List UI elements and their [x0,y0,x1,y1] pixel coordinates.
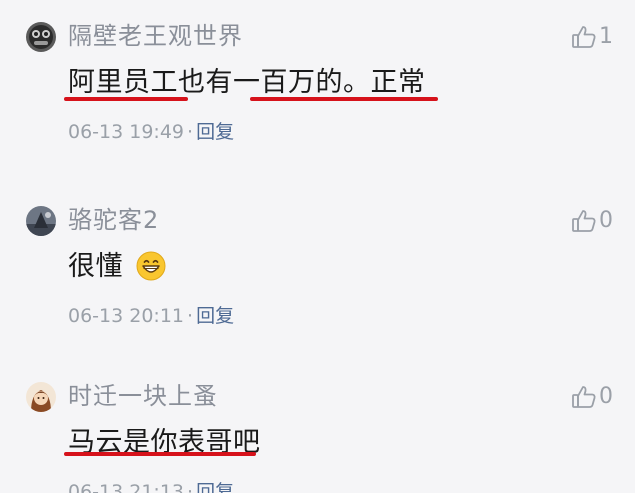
comment-list: 隔壁老王观世界 1 阿里员工也有一百万的。正常 06-13 19:49·回复 [0,0,635,493]
like-count: 1 [599,24,613,49]
grinning-face-icon [136,251,166,281]
avatar[interactable] [26,382,56,412]
red-underline [64,97,188,101]
reply-link[interactable]: 回复 [196,121,234,143]
reply-link[interactable]: 回复 [196,481,234,493]
comment-text: 马云是你表哥吧 [68,427,261,458]
timestamp: 06-13 19:49 [68,121,185,143]
like-button[interactable]: 0 [571,207,613,235]
thumbs-up-icon [571,384,597,410]
comment-meta: 06-13 20:11 · 回复 [68,302,234,330]
username[interactable]: 时迁一块上蚤 [68,379,218,413]
avatar[interactable] [26,22,56,52]
timestamp: 06-13 21:13 [68,481,185,493]
like-count: 0 [599,384,613,409]
red-underline [64,452,256,456]
avatar[interactable] [26,206,56,236]
separator: · [187,481,194,493]
like-count: 0 [599,208,613,233]
comment-text: 很懂 [68,247,166,287]
reply-link[interactable]: 回复 [196,305,234,327]
separator: · [187,305,194,327]
separator: · [187,121,194,143]
like-button[interactable]: 0 [571,383,613,411]
like-button[interactable]: 1 [571,23,613,51]
username[interactable]: 骆驼客2 [68,203,159,237]
red-underline [250,97,438,101]
comment-text-content: 很懂 [68,251,123,282]
comment-meta: 06-13 19:49 · 回复 [68,118,234,146]
thumbs-up-icon [571,24,597,50]
username[interactable]: 隔壁老王观世界 [68,19,243,53]
thumbs-up-icon [571,208,597,234]
comment-meta: 06-13 21:13 · 回复 [68,478,234,493]
timestamp: 06-13 20:11 [68,305,185,327]
